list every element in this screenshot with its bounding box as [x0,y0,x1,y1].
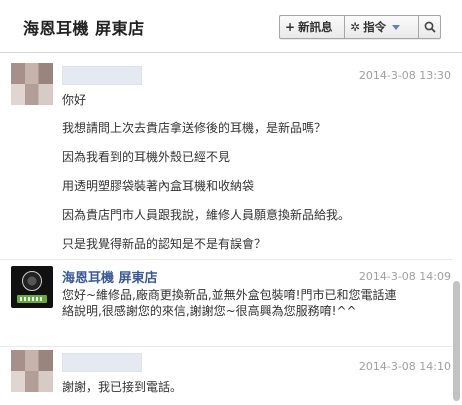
actions-label: 指令 [363,20,387,34]
message-text: 謝謝，我已接到電話。 [62,380,183,394]
message-text: 用透明塑膠袋裝著內盒耳機和收納袋 [62,179,255,193]
message-timestamp: 2014-3-08 14:10 [358,360,451,373]
message-timestamp: 2014-3-08 14:09 [358,270,451,283]
message-text: 只是我覺得新品的認知是不是有誤會？ [62,237,267,251]
gear-icon: ✲ [350,20,361,34]
author-name[interactable] [62,353,142,372]
scrollbar-thumb[interactable] [453,281,460,401]
message-item: 2014-3-08 14:10 謝謝，我已接到電話。 [0,347,452,405]
new-message-button[interactable]: + 新訊息 [280,16,345,38]
message-text: 因為貴店門市人員跟我說，維修人員願意換新品給我。 [62,208,351,222]
avatar[interactable] [11,63,53,105]
avatar[interactable] [11,266,53,308]
message-item: 2014-3-08 13:30 你好 我想請問上次去貴店拿送修後的耳機，是新品嗎… [0,53,452,258]
search-icon [424,21,436,33]
message-text: 您好~維修品,廠商更換新品,並無外盒包裝唷!門市已和您電話連絡說明,很感謝您的來… [62,288,397,318]
conversation-toolbar: + 新訊息 ✲ 指令 [279,15,441,39]
page-title: 海恩耳機 屏東店 [23,19,145,38]
message-text: 我想請問上次去貴店拿送修後的耳機，是新品嗎？ [62,121,327,135]
new-message-label: 新訊息 [298,20,333,34]
message-text: 因為我看到的耳機外殼已經不見 [62,150,231,164]
conversation-header: 海恩耳機 屏東店 + 新訊息 ✲ 指令 [0,0,462,53]
actions-dropdown-button[interactable]: ✲ 指令 [345,16,419,38]
message-thread[interactable]: 2014-3-08 13:30 你好 我想請問上次去貴店拿送修後的耳機，是新品嗎… [0,53,462,405]
message-timestamp: 2014-3-08 13:30 [358,69,451,82]
author-name[interactable] [62,66,142,85]
search-button[interactable] [419,16,440,38]
message-item: 海恩耳機 屏東店 2014-3-08 14:09 您好~維修品,廠商更換新品,並… [0,260,452,348]
chevron-down-icon [392,24,401,30]
plus-icon: + [285,20,296,34]
avatar[interactable] [11,350,53,392]
author-name[interactable]: 海恩耳機 屏東店 [62,267,158,286]
logo-icon [22,271,42,291]
message-text: 你好 [62,93,87,107]
